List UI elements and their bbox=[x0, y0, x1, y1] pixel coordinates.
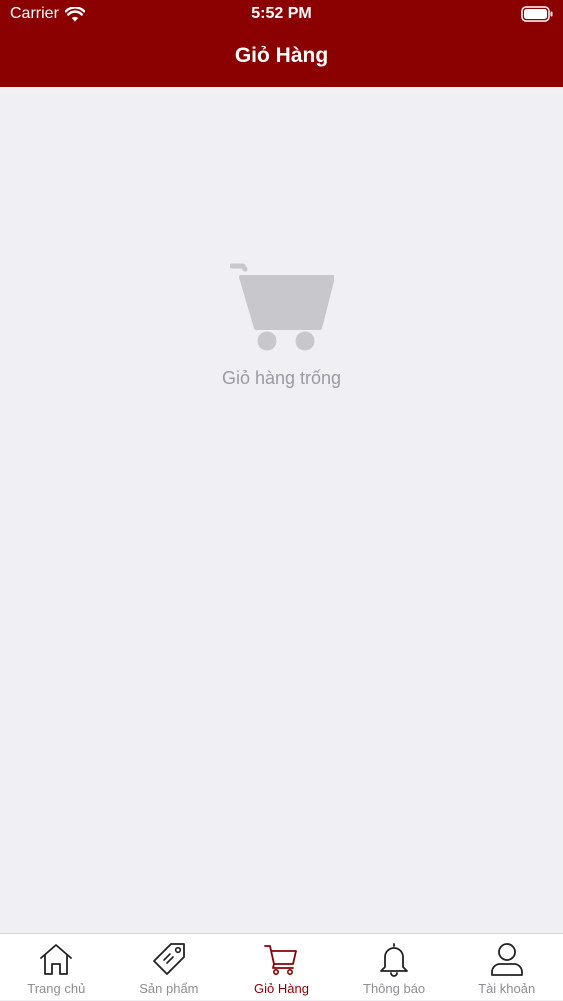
tab-cart[interactable]: Giỏ Hàng bbox=[225, 934, 338, 1001]
status-bar: Carrier 5:52 PM bbox=[0, 0, 563, 30]
empty-cart-icon bbox=[230, 263, 334, 351]
header: Carrier 5:52 PM Giỏ Hàng bbox=[0, 0, 563, 87]
tag-icon bbox=[152, 943, 185, 975]
tab-bar: Trang chủ Sản phẩm Giỏ Hàng Thông báo Tà… bbox=[0, 933, 563, 1000]
user-icon bbox=[490, 943, 523, 976]
tab-notifications[interactable]: Thông báo bbox=[338, 934, 451, 1001]
bell-icon bbox=[380, 943, 408, 977]
cart-content: Giỏ hàng trống bbox=[0, 87, 563, 933]
clock: 5:52 PM bbox=[251, 5, 312, 22]
tab-label: Trang chủ bbox=[27, 981, 86, 996]
tab-label: Thông báo bbox=[363, 981, 426, 996]
tab-products[interactable]: Sản phẩm bbox=[113, 934, 226, 1001]
page-title: Giỏ Hàng bbox=[234, 44, 329, 67]
battery-icon bbox=[521, 6, 553, 22]
tab-label: Sản phẩm bbox=[139, 981, 199, 996]
tab-home[interactable]: Trang chủ bbox=[0, 934, 113, 1001]
tab-label: Tài khoản bbox=[478, 981, 536, 996]
cart-icon bbox=[264, 945, 298, 975]
empty-cart-message: Giỏ hàng trống bbox=[221, 368, 342, 388]
tab-label: Giỏ Hàng bbox=[254, 981, 309, 996]
tab-account[interactable]: Tài khoản bbox=[450, 934, 563, 1001]
home-icon bbox=[40, 944, 73, 975]
